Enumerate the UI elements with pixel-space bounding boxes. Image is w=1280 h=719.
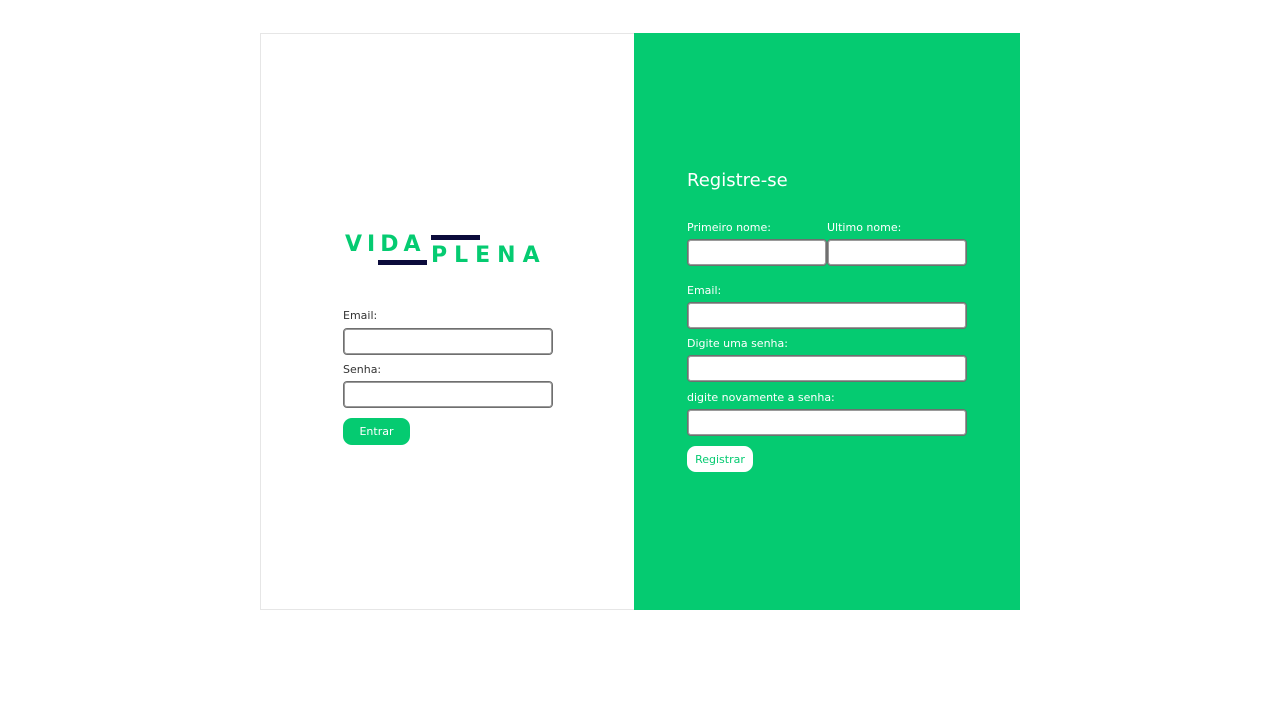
register-email-label: Email: [687,284,722,297]
login-panel: VIDA PLENA Email: Senha: Entrar [261,34,634,609]
login-password-label: Senha: [343,363,382,376]
confirm-password-label: digite novamente a senha: [687,391,835,404]
first-name-label: Primeiro nome: [687,221,771,234]
logo-text-vida: VIDA [345,232,426,257]
logo-text-plena: PLENA [431,243,547,268]
register-title: Registre-se [687,170,788,191]
login-button[interactable]: Entrar [343,418,410,445]
last-name-label: Ultimo nome: [827,221,902,234]
last-name-input[interactable] [827,239,967,266]
register-password-input[interactable] [687,355,967,382]
register-email-input[interactable] [687,302,967,329]
vida-plena-logo: VIDA PLENA [345,232,545,272]
confirm-password-input[interactable] [687,409,967,436]
first-name-input[interactable] [687,239,827,266]
logo-bar-bottom [378,260,427,265]
login-password-input[interactable] [343,381,553,408]
login-email-input[interactable] [343,328,553,355]
logo-bar-top [431,235,480,240]
login-email-label: Email: [343,309,378,322]
register-panel: Registre-se Primeiro nome: Ultimo nome: … [634,33,1020,610]
register-password-label: Digite uma senha: [687,337,788,350]
register-button[interactable]: Registrar [687,446,753,472]
auth-card: VIDA PLENA Email: Senha: Entrar Registre… [260,33,1020,610]
